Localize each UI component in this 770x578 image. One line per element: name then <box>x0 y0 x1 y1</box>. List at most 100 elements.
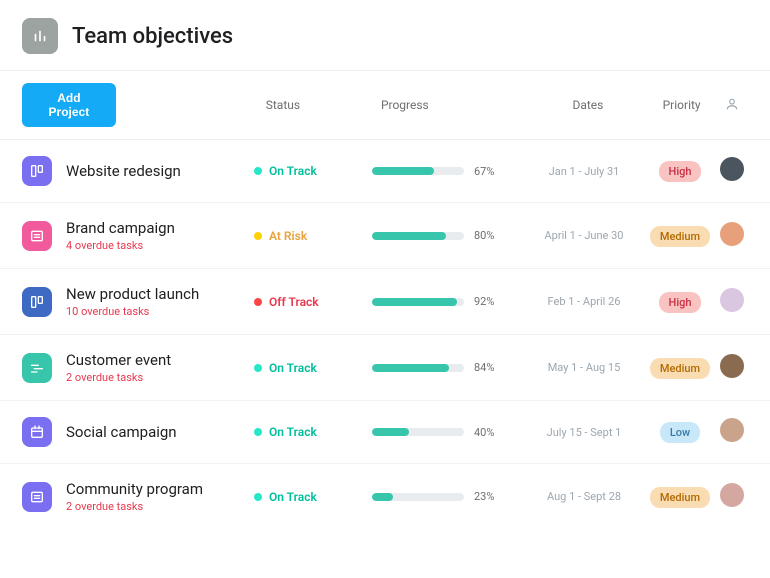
assignee-cell <box>716 288 748 316</box>
priority-cell: Medium <box>644 486 716 508</box>
project-list: Website redesign On Track 67% Jan 1 - Ju… <box>0 140 770 529</box>
project-row[interactable]: Website redesign On Track 67% Jan 1 - Ju… <box>0 140 770 203</box>
progress-bar <box>372 364 464 372</box>
page-title: Team objectives <box>72 24 233 49</box>
project-text: Brand campaign 4 overdue tasks <box>66 219 254 252</box>
priority-pill: High <box>659 161 702 182</box>
project-name: Brand campaign <box>66 219 254 237</box>
add-project-button[interactable]: Add Project <box>22 83 116 127</box>
project-icon <box>22 353 52 383</box>
priority-cell: Low <box>644 421 716 443</box>
status-label: On Track <box>269 361 317 375</box>
project-row[interactable]: Community program 2 overdue tasks On Tra… <box>0 464 770 529</box>
status-dot-icon <box>254 364 262 372</box>
project-row[interactable]: New product launch 10 overdue tasks Off … <box>0 269 770 335</box>
project-name: Website redesign <box>66 162 254 180</box>
dates-cell: April 1 - June 30 <box>524 229 644 242</box>
progress-cell: 23% <box>372 490 524 503</box>
progress-bar <box>372 298 464 306</box>
priority-pill: Medium <box>650 358 710 379</box>
overdue-label: 2 overdue tasks <box>66 500 254 513</box>
assignee-avatar[interactable] <box>720 483 744 507</box>
project-row[interactable]: Social campaign On Track 40% July 15 - S… <box>0 401 770 464</box>
project-text: Social campaign <box>66 423 254 441</box>
status-label: At Risk <box>269 229 307 243</box>
progress-bar <box>372 232 464 240</box>
status-dot-icon <box>254 232 262 240</box>
progress-percent: 23% <box>474 490 494 503</box>
progress-bar <box>372 493 464 501</box>
priority-cell: Medium <box>644 357 716 379</box>
progress-percent: 80% <box>474 229 494 242</box>
assignee-avatar[interactable] <box>720 288 744 312</box>
progress-percent: 40% <box>474 426 494 439</box>
column-header-dates: Dates <box>529 98 646 112</box>
progress-cell: 84% <box>372 361 524 374</box>
assignee-avatar[interactable] <box>720 354 744 378</box>
priority-pill: Low <box>660 422 700 443</box>
overdue-label: 10 overdue tasks <box>66 305 254 318</box>
status-label: Off Track <box>269 295 319 309</box>
project-name: Customer event <box>66 351 254 369</box>
priority-cell: Medium <box>644 225 716 247</box>
status-cell: Off Track <box>254 295 372 309</box>
status-cell: On Track <box>254 361 372 375</box>
dates-cell: Jan 1 - July 31 <box>524 165 644 178</box>
project-icon <box>22 221 52 251</box>
project-text: Customer event 2 overdue tasks <box>66 351 254 384</box>
column-header-priority: Priority <box>646 98 716 112</box>
status-label: On Track <box>269 425 317 439</box>
status-cell: On Track <box>254 425 372 439</box>
assignee-cell <box>716 354 748 382</box>
status-cell: At Risk <box>254 229 372 243</box>
dates-cell: Feb 1 - April 26 <box>524 295 644 308</box>
progress-bar <box>372 167 464 175</box>
priority-cell: High <box>644 160 716 182</box>
status-label: On Track <box>269 164 317 178</box>
project-name: Community program <box>66 480 254 498</box>
priority-cell: High <box>644 291 716 313</box>
dates-cell: May 1 - Aug 15 <box>524 361 644 374</box>
project-row[interactable]: Customer event 2 overdue tasks On Track … <box>0 335 770 401</box>
progress-percent: 67% <box>474 165 494 178</box>
dates-cell: July 15 - Sept 1 <box>524 426 644 439</box>
project-icon <box>22 417 52 447</box>
progress-bar <box>372 428 464 436</box>
column-header-assignee-icon <box>717 97 748 114</box>
assignee-cell <box>716 418 748 446</box>
progress-cell: 92% <box>372 295 524 308</box>
project-text: Community program 2 overdue tasks <box>66 480 254 513</box>
overdue-label: 2 overdue tasks <box>66 371 254 384</box>
progress-percent: 92% <box>474 295 494 308</box>
status-cell: On Track <box>254 490 372 504</box>
progress-cell: 67% <box>372 165 524 178</box>
column-header-progress: Progress <box>381 98 529 112</box>
project-text: New product launch 10 overdue tasks <box>66 285 254 318</box>
project-icon <box>22 287 52 317</box>
status-cell: On Track <box>254 164 372 178</box>
assignee-cell <box>716 157 748 185</box>
project-text: Website redesign <box>66 162 254 180</box>
status-dot-icon <box>254 167 262 175</box>
assignee-avatar[interactable] <box>720 222 744 246</box>
status-dot-icon <box>254 428 262 436</box>
assignee-cell <box>716 483 748 511</box>
column-header-status: Status <box>266 98 381 112</box>
project-name: Social campaign <box>66 423 254 441</box>
overdue-label: 4 overdue tasks <box>66 239 254 252</box>
objectives-icon <box>22 18 58 54</box>
project-row[interactable]: Brand campaign 4 overdue tasks At Risk 8… <box>0 203 770 269</box>
progress-cell: 80% <box>372 229 524 242</box>
priority-pill: High <box>659 292 702 313</box>
priority-pill: Medium <box>650 226 710 247</box>
page-header: Team objectives <box>0 0 770 71</box>
assignee-avatar[interactable] <box>720 157 744 181</box>
toolbar: Add Project Status Progress Dates Priori… <box>0 71 770 140</box>
status-dot-icon <box>254 298 262 306</box>
priority-pill: Medium <box>650 487 710 508</box>
assignee-avatar[interactable] <box>720 418 744 442</box>
project-icon <box>22 156 52 186</box>
status-dot-icon <box>254 493 262 501</box>
dates-cell: Aug 1 - Sept 28 <box>524 490 644 503</box>
project-icon <box>22 482 52 512</box>
